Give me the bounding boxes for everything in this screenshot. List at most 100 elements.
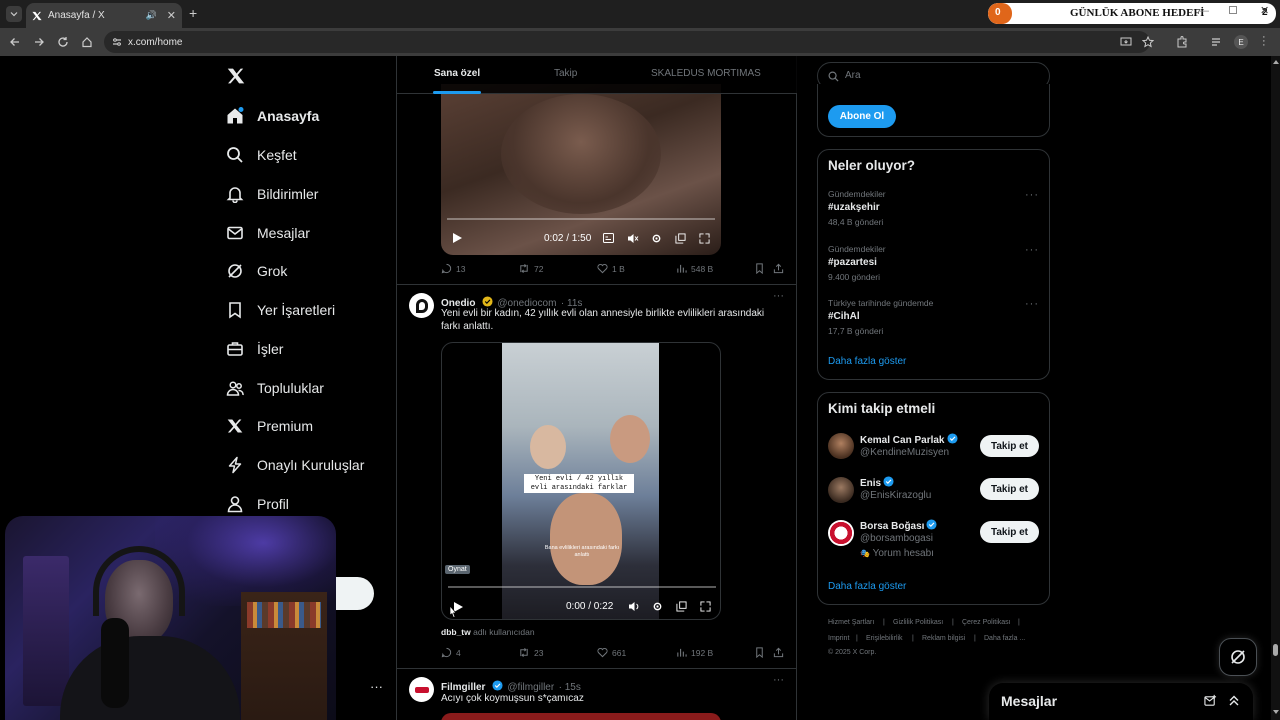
star-icon[interactable]: [1142, 36, 1154, 48]
avatar[interactable]: [828, 520, 854, 546]
extensions-icon[interactable]: [1176, 36, 1188, 48]
nav-item-verified-orgs[interactable]: Onaylı Kuruluşlar: [225, 453, 364, 477]
nav-item-home[interactable]: Anasayfa: [225, 104, 319, 128]
grok-icon: [225, 261, 245, 281]
trend-more-icon[interactable]: ···: [1025, 189, 1039, 201]
site-info-icon[interactable]: [112, 37, 122, 47]
fullscreen-icon[interactable]: [699, 233, 710, 244]
page-scrollbar[interactable]: [1271, 56, 1280, 720]
minimize-icon[interactable]: —: [1198, 5, 1209, 17]
avatar[interactable]: [828, 433, 854, 459]
video-person-front: [550, 493, 622, 585]
verified-icon: [492, 680, 503, 691]
avatar[interactable]: [409, 293, 434, 318]
address-bar[interactable]: x.com/home: [104, 31, 1154, 53]
who-to-follow-panel: Kimi takip etmeli Kemal Can Parlak @Kend…: [817, 392, 1050, 605]
trend-more-icon[interactable]: ···: [1025, 298, 1039, 310]
follow-button[interactable]: Takip et: [980, 435, 1039, 457]
like-button[interactable]: 661: [597, 647, 626, 658]
trend-more-icon[interactable]: ···: [1025, 244, 1039, 256]
onedio-logo-icon: [415, 298, 428, 313]
nav-item-explore[interactable]: Keşfet: [225, 143, 297, 167]
nav-item-profile[interactable]: Profil: [225, 492, 289, 516]
account-menu-dots[interactable]: ···: [370, 679, 383, 694]
settings-icon[interactable]: [651, 233, 662, 244]
back-icon[interactable]: [9, 36, 21, 48]
settings-icon[interactable]: [652, 601, 663, 612]
video-person-left: [530, 425, 566, 469]
new-message-icon[interactable]: [1204, 694, 1217, 707]
avatar[interactable]: [828, 477, 854, 503]
video-progress-bar[interactable]: [448, 586, 716, 588]
nav-item-messages[interactable]: Mesajlar: [225, 221, 310, 245]
tweet-media-preview[interactable]: [441, 713, 721, 720]
views-button[interactable]: 548 B: [676, 263, 713, 274]
tab-following[interactable]: Takip: [554, 68, 577, 79]
nav-item-notifications[interactable]: Bildirimler: [225, 182, 318, 206]
share-icon[interactable]: [773, 263, 784, 274]
nav-item-communities[interactable]: Topluluklar: [225, 376, 324, 400]
tweet-more-icon[interactable]: ···: [773, 290, 784, 302]
restore-icon[interactable]: [1229, 6, 1237, 14]
video-time: 0:02 / 1:50: [544, 233, 592, 244]
bookmark-icon[interactable]: [754, 263, 765, 274]
retweet-button[interactable]: 23: [518, 647, 543, 658]
tab-for-you[interactable]: Sana özel: [434, 68, 480, 79]
video-player[interactable]: Yeni evli / 42 yıllık evli arasındaki fa…: [441, 342, 721, 620]
install-app-icon[interactable]: [1120, 36, 1132, 48]
messages-drawer[interactable]: Mesajlar: [989, 683, 1253, 720]
tweet-more-icon[interactable]: ···: [773, 674, 784, 686]
tab-list[interactable]: SKALEDUS MORTIMAS: [651, 68, 761, 79]
retweet-icon: [520, 648, 528, 657]
close-tab-icon[interactable]: ✕: [167, 9, 176, 22]
nav-item-grok[interactable]: Grok: [225, 259, 287, 283]
home-browser-icon[interactable]: [81, 36, 93, 48]
browser-menu-icon[interactable]: · · ·: [1262, 32, 1266, 51]
reload-icon[interactable]: [57, 36, 69, 48]
scrollbar-thumb[interactable]: [1273, 644, 1278, 656]
mute-icon[interactable]: [627, 233, 639, 244]
profile-avatar[interactable]: E: [1234, 35, 1248, 49]
scrollbar-down-arrow[interactable]: [1273, 710, 1279, 714]
views-button[interactable]: 192 B: [676, 647, 713, 658]
media-control-icon[interactable]: [1211, 36, 1223, 48]
trends-show-more-link[interactable]: Daha fazla göster: [828, 356, 906, 367]
new-tab-button[interactable]: +: [189, 5, 197, 21]
pip-icon[interactable]: [676, 601, 687, 612]
grok-floating-button[interactable]: [1219, 638, 1257, 676]
lightning-icon: [225, 455, 245, 475]
avatar[interactable]: [409, 677, 434, 702]
close-window-icon[interactable]: ✕: [1260, 4, 1269, 17]
share-icon[interactable]: [773, 647, 784, 658]
retweet-button[interactable]: 72: [518, 263, 543, 274]
chevron-up-double-icon[interactable]: [1228, 694, 1240, 707]
play-icon[interactable]: [451, 232, 463, 244]
scrollbar-up-arrow[interactable]: [1273, 60, 1279, 64]
video-progress-bar[interactable]: [447, 218, 715, 220]
follow-show-more-link[interactable]: Daha fazla göster: [828, 581, 906, 592]
pip-icon[interactable]: [675, 233, 686, 244]
fullscreen-icon[interactable]: [700, 601, 711, 612]
follow-button[interactable]: Takip et: [980, 521, 1039, 543]
mute-icon[interactable]: [628, 601, 640, 612]
webcam-person-body: [60, 636, 240, 720]
video-small-caption: Bana evlilikleri arasındaki farkı anlatt…: [544, 545, 620, 558]
nav-item-premium[interactable]: Premium: [225, 414, 313, 438]
tab-search-button[interactable]: [6, 6, 22, 22]
reply-button[interactable]: 13: [441, 263, 465, 274]
x-logo-icon[interactable]: [227, 67, 245, 85]
subscribe-button[interactable]: Abone Ol: [828, 105, 896, 128]
nav-item-bookmarks[interactable]: Yer İşaretleri: [225, 298, 335, 322]
like-button[interactable]: 1 B: [597, 263, 625, 274]
nav-item-jobs[interactable]: İşler: [225, 337, 283, 361]
browser-tab[interactable]: Anasayfa / X 🔊 ✕: [26, 3, 182, 28]
forward-icon[interactable]: [33, 36, 45, 48]
follow-button[interactable]: Takip et: [980, 478, 1039, 500]
subscriber-goal-label: GÜNLÜK ABONE HEDEFİ: [1070, 7, 1205, 19]
bookmark-icon[interactable]: [754, 647, 765, 658]
captions-icon[interactable]: [603, 233, 614, 243]
reply-button[interactable]: 4: [441, 647, 461, 658]
video-player[interactable]: 0:02 / 1:50: [441, 84, 721, 255]
credit-username[interactable]: dbb_tw: [441, 627, 471, 637]
audio-icon[interactable]: 🔊: [146, 10, 157, 21]
